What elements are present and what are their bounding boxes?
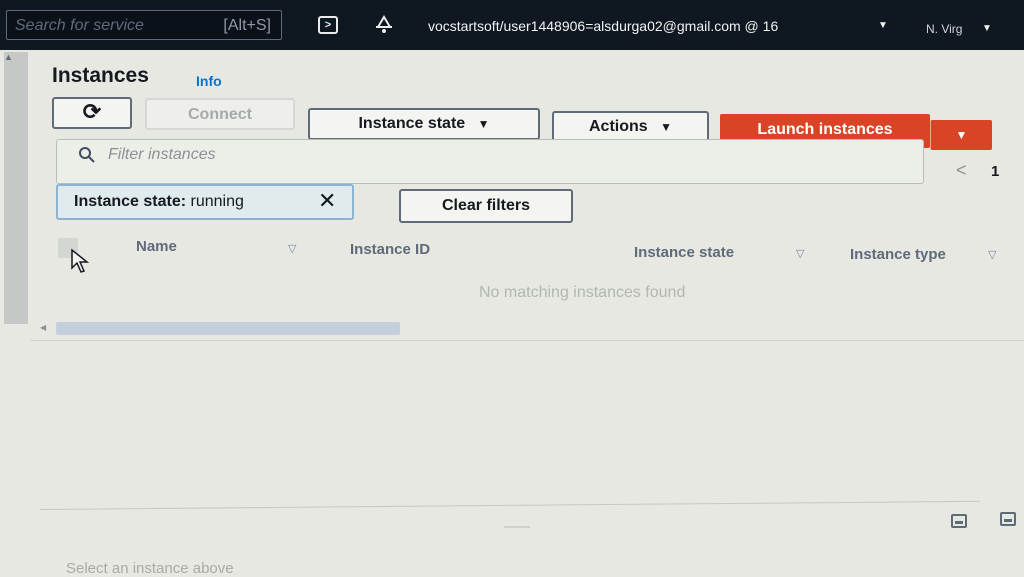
search-icon <box>79 147 95 163</box>
horizontal-scrollbar[interactable] <box>56 322 400 335</box>
caret-down-icon: ▼ <box>955 128 968 142</box>
actions-label: Actions <box>588 118 648 135</box>
remove-filter-close-icon[interactable]: ✕ <box>318 188 336 214</box>
top-navigation-bar: Search for service [Alt+S] > vocstartsof… <box>0 0 1024 50</box>
table-divider <box>30 340 1024 341</box>
column-header-instance-state[interactable]: Instance state <box>634 244 734 261</box>
split-panel-drag-handle[interactable] <box>504 526 530 528</box>
sort-icon[interactable]: ▽ <box>288 242 296 255</box>
mouse-cursor-icon <box>71 248 90 273</box>
sort-icon[interactable]: ▽ <box>988 248 996 261</box>
refresh-button[interactable]: ⟳ <box>52 97 132 129</box>
instance-state-label: Instance state <box>358 115 466 132</box>
filter-token-key: Instance state: <box>74 193 187 210</box>
account-menu[interactable]: vocstartsoft/user1448906=alsdurga02@gmai… <box>428 18 778 34</box>
filter-token-value: running <box>186 193 244 210</box>
scroll-left-icon[interactable]: ◀ <box>40 323 46 332</box>
page-number[interactable]: 1 <box>991 163 999 180</box>
details-placeholder: Select an instance above <box>66 560 234 577</box>
previous-page-icon[interactable]: < <box>956 160 967 181</box>
connect-button[interactable]: Connect <box>145 98 295 130</box>
info-link[interactable]: Info <box>196 73 222 89</box>
clear-filters-button[interactable]: Clear filters <box>399 189 573 223</box>
page-title: Instances <box>52 64 149 87</box>
launch-options-dropdown[interactable]: ▼ <box>930 120 992 150</box>
filter-placeholder: Filter instances <box>108 146 216 163</box>
refresh-icon: ⟳ <box>82 99 102 124</box>
split-panel-bottom-icon[interactable] <box>951 514 967 528</box>
bell-icon[interactable] <box>372 13 396 37</box>
column-header-name[interactable]: Name <box>136 238 177 255</box>
search-shortcut-hint: [Alt+S] <box>223 17 271 34</box>
instance-state-dropdown[interactable]: Instance state ▼ <box>308 108 540 140</box>
side-nav-toggle-icon[interactable]: ▲ <box>4 52 13 62</box>
column-header-instance-id[interactable]: Instance ID <box>350 241 430 258</box>
cloudshell-icon[interactable]: > <box>318 16 338 34</box>
split-panel-divider <box>39 500 980 510</box>
caret-down-icon: ▼ <box>477 117 490 131</box>
sort-icon[interactable]: ▽ <box>796 247 804 260</box>
column-header-instance-type[interactable]: Instance type <box>850 246 946 263</box>
account-caret-down-icon[interactable]: ▼ <box>878 20 888 31</box>
side-navigation-collapsed[interactable] <box>4 52 28 324</box>
split-panel-side-icon[interactable] <box>1000 512 1016 526</box>
region-caret-down-icon[interactable]: ▼ <box>982 23 992 34</box>
empty-table-message: No matching instances found <box>479 284 686 301</box>
search-placeholder: Search for service <box>15 17 144 34</box>
region-selector[interactable]: N. Virg <box>926 22 962 36</box>
service-search-input[interactable]: Search for service [Alt+S] <box>6 10 282 40</box>
filter-token: Instance state: running <box>56 184 354 220</box>
caret-down-icon: ▼ <box>660 120 672 134</box>
